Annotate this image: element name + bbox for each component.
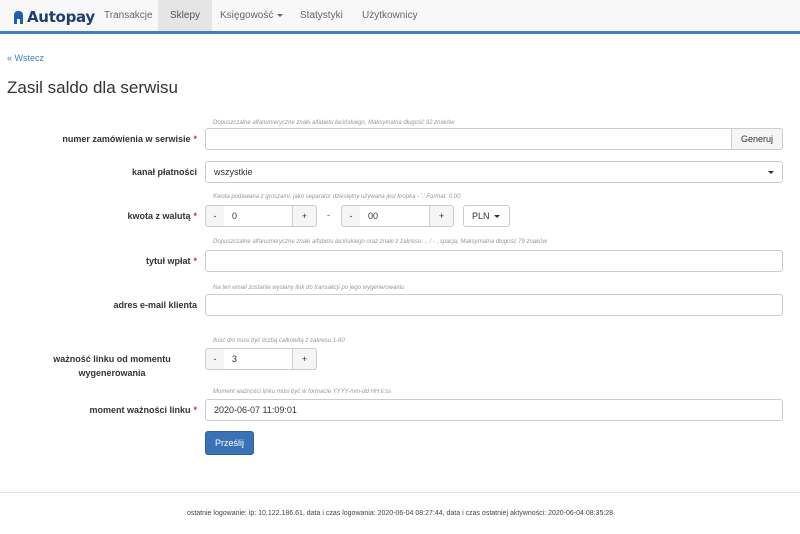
title-label: tytuł wpłat * <box>146 254 197 268</box>
amount-fraction-plus-button[interactable]: + <box>429 205 454 227</box>
expiry-input[interactable]: 2020-06-07 11:09:01 <box>205 399 783 421</box>
selected-value: wszystkie <box>214 167 253 177</box>
amount-fraction-input[interactable]: 00 <box>360 205 430 227</box>
required-marker: * <box>193 211 197 221</box>
payment-channel-label: kanał płatności <box>131 167 197 177</box>
expiry-label: moment ważności linku * <box>89 403 197 417</box>
nav-item-statystyki[interactable]: Statystyki <box>288 0 355 31</box>
amount-hint: Kwota podawana z groszami, jako separato… <box>213 194 461 200</box>
amount-label: kwota z walutą * <box>127 209 197 223</box>
brand-name: Autopay <box>27 8 95 26</box>
nav-item-label: Statystyki <box>300 10 343 21</box>
label-text: moment ważności linku <box>89 405 191 415</box>
label-text: numer zamówienia w serwisie <box>62 134 191 144</box>
order-number-hint: Dopuszczalne alfanumeryczne znaki alfabe… <box>213 120 455 126</box>
generate-button[interactable]: Generuj <box>731 128 783 150</box>
validity-days-input[interactable]: 3 <box>224 348 293 370</box>
nav-item-sklepy[interactable]: Sklepy <box>158 0 213 31</box>
title-input[interactable] <box>205 250 783 272</box>
link-validity-label: ważność linku od momentu wygenerowania <box>27 352 197 380</box>
order-number-label: numer zamówienia w serwisie * <box>62 132 197 146</box>
email-input[interactable] <box>205 294 783 316</box>
amount-main-minus-button[interactable]: - <box>205 205 225 227</box>
expiry-hint: Moment ważności linku musi być w formaci… <box>213 389 392 395</box>
payment-channel-select[interactable]: wszystkie <box>205 161 783 183</box>
chevron-down-icon <box>277 13 284 17</box>
label-text: kwota z walutą <box>127 211 191 221</box>
brand-logo[interactable]: Autopay <box>14 8 95 26</box>
amount-fraction-minus-button[interactable]: - <box>341 205 361 227</box>
nav-item-transakcje[interactable]: Transakcje <box>92 0 165 31</box>
amount-separator: - <box>327 210 330 220</box>
autopay-logo-icon <box>14 10 23 24</box>
currency-dropdown[interactable]: PLN <box>463 205 510 227</box>
nav-item-label: Sklepy <box>170 10 201 21</box>
nav-item-uzytkownicy[interactable]: Użytkownicy <box>350 0 430 31</box>
amount-main-plus-button[interactable]: + <box>292 205 317 227</box>
required-marker: * <box>193 256 197 266</box>
required-marker: * <box>193 134 197 144</box>
caret-down-icon <box>493 215 500 219</box>
nav-item-label: Użytkownicy <box>362 10 418 21</box>
nav-item-ksiegowosc[interactable]: Księgowość <box>208 0 295 31</box>
email-hint: Na ten email zostanie wysłany link do tr… <box>213 285 405 291</box>
label-line: wygenerowania <box>78 368 146 378</box>
back-link[interactable]: « Wstecz <box>7 53 44 63</box>
title-hint: Dopuszczalne alfanumeryczne znaki alfabe… <box>213 239 547 245</box>
link-validity-hint: Ilość dni musi być liczbą całkowitą z za… <box>213 338 345 344</box>
nav-item-label: Transakcje <box>104 10 153 21</box>
page-title: Zasil saldo dla serwisu <box>7 78 179 97</box>
email-label: adres e-mail klienta <box>113 300 197 310</box>
currency-value: PLN <box>472 211 490 221</box>
caret-down-icon <box>768 171 774 174</box>
required-marker: * <box>193 405 197 415</box>
label-text: tytuł wpłat <box>145 256 191 266</box>
top-navbar: Autopay Transakcje Sklepy Księgowość Sta… <box>0 0 800 34</box>
submit-button[interactable]: Prześlij <box>205 431 254 455</box>
order-number-input[interactable] <box>205 128 732 150</box>
validity-plus-button[interactable]: + <box>292 348 317 370</box>
label-line: ważność linku od momentu <box>53 354 171 364</box>
footer-divider <box>0 492 800 493</box>
nav-item-label: Księgowość <box>220 10 274 21</box>
footer-login-info: ostatnie logowanie: ip: 10.122.186.61, d… <box>186 510 614 517</box>
validity-minus-button[interactable]: - <box>205 348 225 370</box>
amount-main-input[interactable]: 0 <box>224 205 293 227</box>
